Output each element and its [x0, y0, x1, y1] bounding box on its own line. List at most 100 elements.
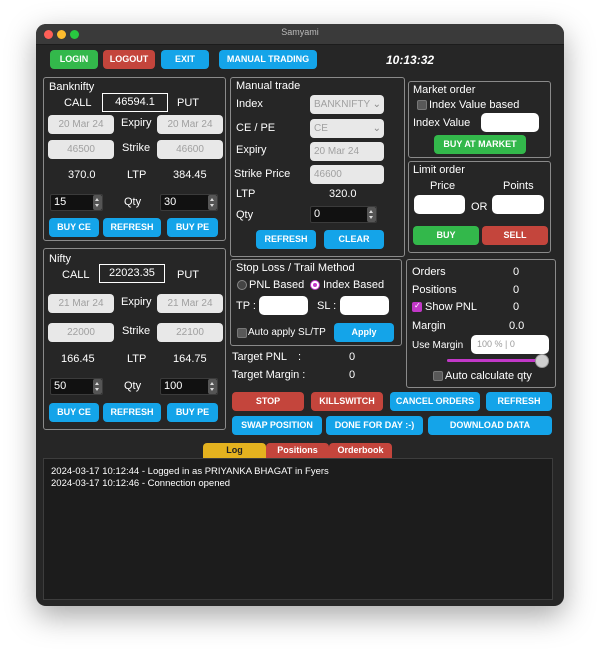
sl-input[interactable]	[340, 296, 389, 315]
manual-trading-button[interactable]: MANUAL TRADING	[219, 50, 317, 69]
tab-orderbook[interactable]: Orderbook	[329, 443, 392, 458]
banknifty-title: Banknifty	[49, 81, 95, 93]
orders-label: Orders	[412, 266, 446, 278]
log-panel: 2024-03-17 10:12:44 - Logged in as PRIYA…	[43, 458, 553, 600]
banknifty-put-strike-field[interactable]: 46600	[157, 140, 223, 159]
nifty-call-strike-field[interactable]: 22000	[48, 323, 114, 342]
login-button[interactable]: LOGIN	[50, 50, 98, 69]
manual-qty-label: Qty	[236, 209, 254, 221]
use-margin-slider-thumb[interactable]	[535, 354, 549, 368]
banknifty-call-strike-field[interactable]: 46500	[48, 140, 114, 159]
app-window: Samyami LOGIN LOGOUT EXIT MANUAL TRADING…	[36, 24, 564, 606]
pnl-based-radio[interactable]	[237, 280, 247, 290]
nifty-buy-ce-button[interactable]: BUY CE	[49, 403, 99, 422]
banknifty-buy-pe-button[interactable]: BUY PE	[167, 218, 218, 237]
manual-cepe-label: CE / PE	[236, 122, 276, 134]
positions-label: Positions	[412, 284, 457, 296]
manual-qty-stepper[interactable]: 0	[310, 206, 377, 223]
limit-price-input[interactable]	[414, 195, 465, 214]
tab-positions[interactable]: Positions	[266, 443, 329, 458]
limit-points-input[interactable]	[492, 195, 544, 214]
nifty-ltp-label: LTP	[127, 353, 147, 365]
nifty-refresh-button[interactable]: REFRESH	[103, 403, 161, 422]
banknifty-ltp-label: LTP	[127, 169, 147, 181]
tp-input[interactable]	[259, 296, 308, 315]
margin-value: 0.0	[509, 320, 525, 332]
banknifty-expiry-label: Expiry	[121, 117, 152, 129]
download-data-button[interactable]: DOWNLOAD DATA	[428, 416, 552, 435]
stepper-arrows-icon[interactable]	[93, 379, 102, 394]
nifty-index-value: 22023.35	[99, 264, 165, 283]
cancel-orders-button[interactable]: CANCEL ORDERS	[390, 392, 480, 411]
nifty-call-qty-stepper[interactable]: 50	[50, 378, 103, 395]
manual-index-value: BANKNIFTY	[314, 99, 371, 110]
nifty-buy-pe-button[interactable]: BUY PE	[167, 403, 218, 422]
auto-calculate-label: Auto calculate qty	[445, 370, 532, 382]
manual-clear-button[interactable]: CLEAR	[324, 230, 384, 249]
nifty-strike-label: Strike	[122, 325, 151, 337]
banknifty-call-ltp: 370.0	[68, 169, 96, 181]
market-index-value-input[interactable]	[481, 113, 539, 132]
stepper-arrows-icon[interactable]	[367, 207, 376, 222]
banknifty-call-qty-value: 15	[54, 196, 67, 208]
manual-strike-label: Strike Price	[234, 168, 291, 180]
logout-button[interactable]: LOGOUT	[103, 50, 155, 69]
killswitch-button[interactable]: KILLSWITCH	[311, 392, 383, 411]
target-margin-value: 0	[349, 369, 356, 381]
banknifty-buy-ce-button[interactable]: BUY CE	[49, 218, 99, 237]
limit-buy-button[interactable]: BUY	[413, 226, 479, 245]
auto-calculate-checkbox[interactable]	[433, 371, 443, 381]
chevron-down-icon: ⌄	[372, 99, 381, 110]
manual-strike-field[interactable]: 46600	[310, 165, 384, 184]
banknifty-refresh-button[interactable]: REFRESH	[103, 218, 161, 237]
auto-apply-checkbox[interactable]	[237, 328, 247, 338]
buy-at-market-button[interactable]: BUY AT MARKET	[434, 135, 526, 154]
use-margin-label: Use Margin	[412, 340, 464, 351]
manual-cepe-value: CE	[314, 123, 328, 134]
sl-label: SL :	[317, 300, 337, 312]
stepper-arrows-icon[interactable]	[208, 195, 217, 210]
apply-button[interactable]: Apply	[334, 323, 394, 342]
check-icon: ✓	[414, 301, 421, 310]
stop-button[interactable]: STOP	[232, 392, 304, 411]
target-margin-label: Target Margin :	[232, 369, 306, 381]
clock: 10:13:32	[386, 53, 435, 67]
show-pnl-value: 0	[513, 301, 520, 313]
target-pnl-label: Target PNL	[232, 351, 288, 363]
manual-index-label: Index	[236, 98, 263, 110]
manual-index-select[interactable]: BANKNIFTY ⌄	[310, 95, 384, 114]
swap-position-button[interactable]: SWAP POSITION	[232, 416, 322, 435]
index-value-based-checkbox[interactable]	[417, 100, 427, 110]
banknifty-call-expiry-field[interactable]: 20 Mar 24	[48, 115, 114, 134]
refresh-button[interactable]: REFRESH	[486, 392, 552, 411]
stepper-arrows-icon[interactable]	[93, 195, 102, 210]
tab-log[interactable]: Log	[203, 443, 266, 458]
banknifty-put-expiry-field[interactable]: 20 Mar 24	[157, 115, 223, 134]
use-margin-input[interactable]: 100 % | 0	[471, 335, 549, 354]
banknifty-put-qty-stepper[interactable]: 30	[160, 194, 218, 211]
index-based-radio[interactable]	[310, 280, 320, 290]
target-pnl-separator: :	[298, 351, 302, 363]
manual-cepe-select[interactable]: CE ⌄	[310, 119, 384, 138]
orders-value: 0	[513, 266, 520, 278]
title-bar: Samyami	[36, 24, 564, 45]
market-order-title: Market order	[413, 84, 476, 96]
done-for-day-button[interactable]: DONE FOR DAY :-)	[326, 416, 423, 435]
manual-refresh-button[interactable]: REFRESH	[256, 230, 316, 249]
limit-or-label: OR	[471, 201, 488, 213]
nifty-put-qty-stepper[interactable]: 100	[160, 378, 218, 395]
stepper-arrows-icon[interactable]	[208, 379, 217, 394]
positions-value: 0	[513, 284, 520, 296]
chevron-down-icon: ⌄	[372, 123, 381, 134]
nifty-call-expiry-field[interactable]: 21 Mar 24	[48, 294, 114, 313]
limit-sell-button[interactable]: SELL	[482, 226, 548, 245]
banknifty-put-qty-value: 30	[164, 196, 177, 208]
show-pnl-label: Show PNL	[425, 301, 477, 313]
manual-expiry-field[interactable]: 20 Mar 24	[310, 142, 384, 161]
exit-button[interactable]: EXIT	[161, 50, 209, 69]
banknifty-call-qty-stepper[interactable]: 15	[50, 194, 103, 211]
nifty-put-strike-field[interactable]: 22100	[157, 323, 223, 342]
use-margin-slider[interactable]	[447, 354, 549, 368]
nifty-put-expiry-field[interactable]: 21 Mar 24	[157, 294, 223, 313]
show-pnl-checkbox[interactable]: ✓	[412, 301, 422, 312]
